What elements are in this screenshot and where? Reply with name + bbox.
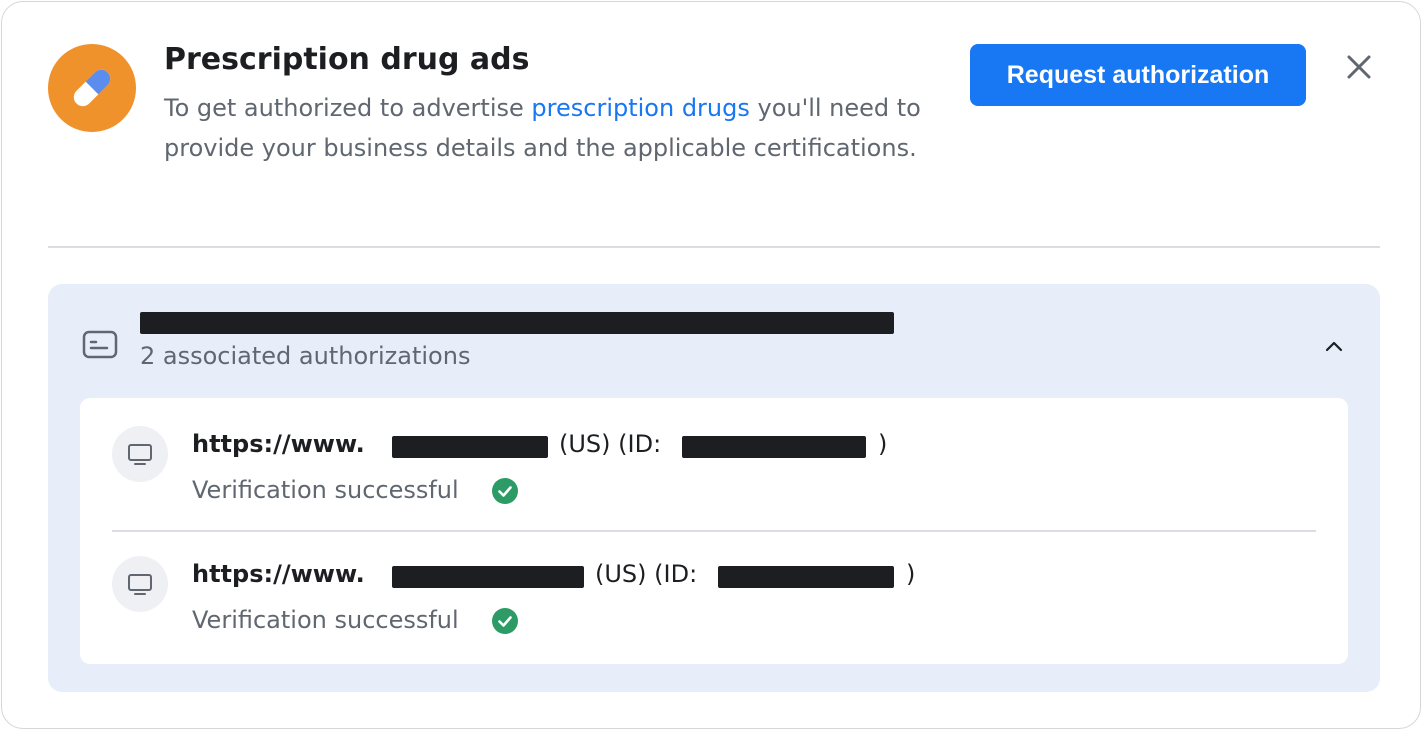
- redacted-domain: [392, 566, 584, 588]
- associated-authorizations-count: 2 associated authorizations: [140, 342, 471, 370]
- close-button[interactable]: [1340, 48, 1378, 86]
- region-id-label: (US) (ID:: [595, 560, 698, 588]
- chevron-up-icon[interactable]: [1322, 334, 1346, 358]
- check-circle-icon: [492, 608, 518, 634]
- description: To get authorized to advertise prescript…: [164, 88, 944, 168]
- check-circle-icon: [492, 478, 518, 504]
- redacted-id: [718, 566, 894, 588]
- redacted-domain: [392, 436, 548, 458]
- verification-status: Verification successful: [192, 606, 459, 634]
- authorization-group-header[interactable]: 2 associated authorizations: [48, 284, 1380, 396]
- monitor-icon: [112, 556, 168, 612]
- close-paren: ): [906, 560, 916, 588]
- divider: [48, 246, 1380, 248]
- document-icon: [82, 330, 118, 359]
- url-prefix: https://www.: [192, 560, 365, 588]
- prescription-drugs-link[interactable]: prescription drugs: [531, 94, 749, 122]
- authorization-group: 2 associated authorizations https://www.…: [48, 284, 1380, 692]
- close-icon: [1347, 55, 1371, 79]
- description-text: To get authorized to advertise: [164, 94, 532, 122]
- verification-status: Verification successful: [192, 476, 459, 504]
- redacted-business-name: [140, 312, 894, 334]
- list-item[interactable]: https://www. (US) (ID: ) Verification su…: [80, 398, 1348, 528]
- request-authorization-button[interactable]: Request authorization: [970, 44, 1306, 106]
- url-prefix: https://www.: [192, 430, 365, 458]
- authorization-list: https://www. (US) (ID: ) Verification su…: [80, 398, 1348, 664]
- region-id-label: (US) (ID:: [559, 430, 662, 458]
- monitor-icon: [112, 426, 168, 482]
- redacted-id: [682, 436, 866, 458]
- pill-icon: [48, 44, 136, 132]
- prescription-drug-ads-card: Prescription drug ads To get authorized …: [1, 1, 1421, 729]
- page-title: Prescription drug ads: [164, 42, 530, 77]
- list-item[interactable]: https://www. (US) (ID: ) Verification su…: [80, 528, 1348, 658]
- close-paren: ): [878, 430, 888, 458]
